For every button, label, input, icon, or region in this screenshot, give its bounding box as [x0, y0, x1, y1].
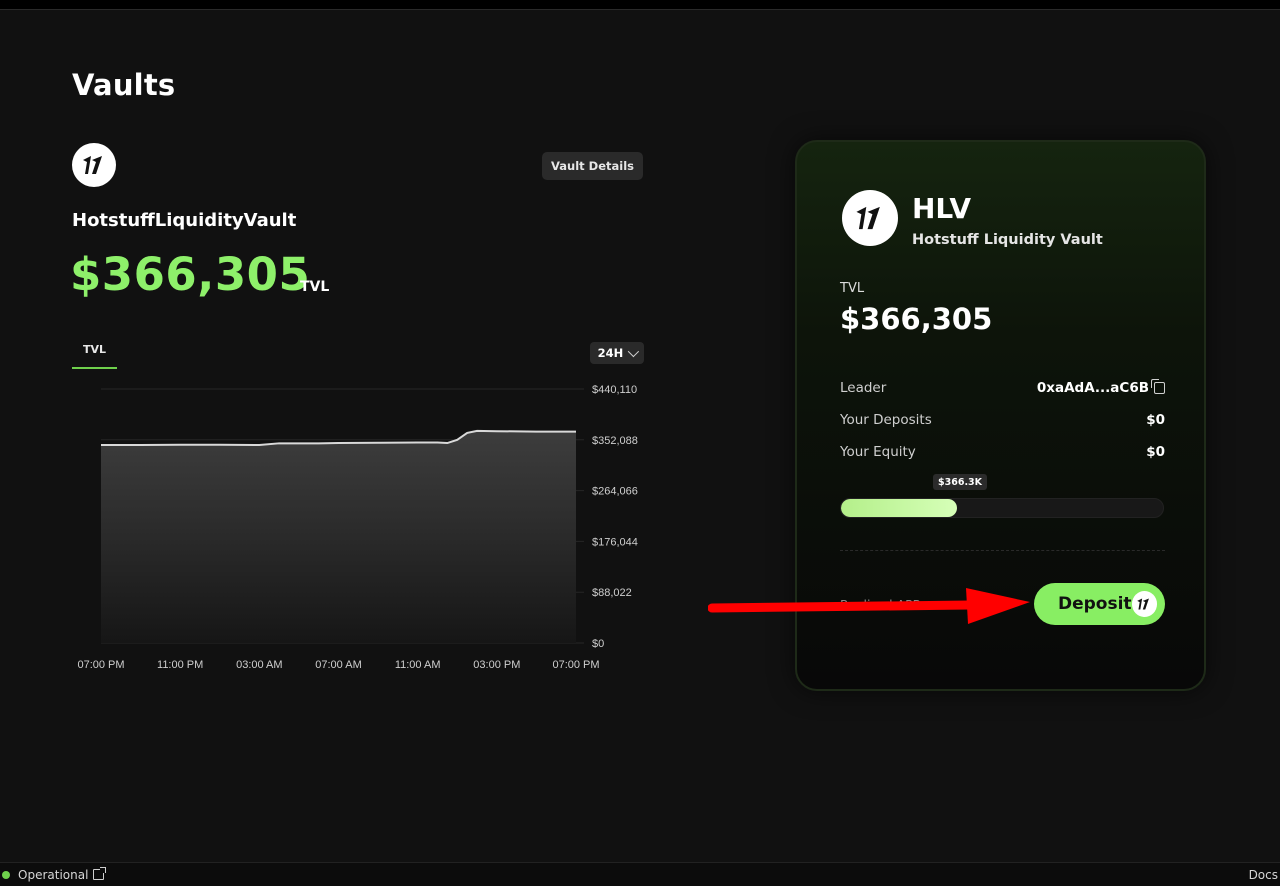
external-link-icon[interactable] — [93, 867, 106, 880]
capacity-tooltip: $366.3K — [933, 474, 988, 490]
leader-label: Leader — [840, 380, 887, 396]
capacity-bar — [840, 498, 1164, 518]
deposit-button[interactable]: Deposit — [1034, 583, 1165, 625]
leader-address[interactable]: 0xaAdA...aC6B — [1036, 379, 1165, 396]
y-tick-label: $176,044 — [592, 536, 638, 548]
y-tick-label: $352,088 — [592, 435, 638, 447]
equity-label: Your Equity — [840, 444, 916, 460]
equity-row: Your Equity $0 — [840, 444, 1165, 460]
hlv-logo-icon — [842, 190, 898, 246]
status-bar: Operational Docs — [0, 862, 1280, 886]
deposits-value: $0 — [1146, 412, 1165, 428]
tvl-chart: $440,110 $352,088 $264,066 $176,044 $88,022 $… — [77, 384, 638, 671]
red-arrow-annotation — [708, 588, 1030, 624]
hotstuff-icon — [1131, 591, 1157, 617]
deposit-label: Deposit — [1058, 594, 1132, 614]
card-tvl-label: TVL — [840, 281, 865, 296]
x-tick-label: 11:00 AM — [395, 659, 441, 671]
capacity-bar-fill — [841, 499, 957, 517]
docs-link[interactable]: Docs — [1249, 868, 1278, 882]
deposits-row: Your Deposits $0 — [840, 412, 1165, 428]
x-tick-label: 07:00 PM — [77, 659, 124, 671]
status-dot — [2, 871, 10, 879]
leader-row: Leader 0xaAdA...aC6B — [840, 379, 1165, 396]
chart-area — [101, 430, 576, 643]
deposits-label: Your Deposits — [840, 412, 932, 428]
card-symbol: HLV — [912, 192, 972, 225]
y-tick-label: $88,022 — [592, 587, 632, 599]
x-tick-label: 03:00 PM — [473, 659, 520, 671]
leader-address-text: 0xaAdA...aC6B — [1036, 380, 1149, 396]
x-tick-label: 07:00 PM — [552, 659, 599, 671]
copy-icon[interactable] — [1151, 379, 1165, 394]
card-tvl-value: $366,305 — [840, 302, 993, 336]
y-tick-label: $264,066 — [592, 486, 638, 498]
y-tick-label: $440,110 — [592, 384, 637, 396]
divider — [840, 550, 1165, 551]
y-tick-label: $0 — [592, 638, 604, 650]
x-tick-label: 07:00 AM — [315, 659, 361, 671]
x-tick-label: 03:00 AM — [236, 659, 282, 671]
status-text[interactable]: Operational — [18, 868, 88, 882]
equity-value: $0 — [1146, 444, 1165, 460]
x-tick-label: 11:00 PM — [157, 659, 203, 671]
card-fullname: Hotstuff Liquidity Vault — [912, 232, 1103, 248]
